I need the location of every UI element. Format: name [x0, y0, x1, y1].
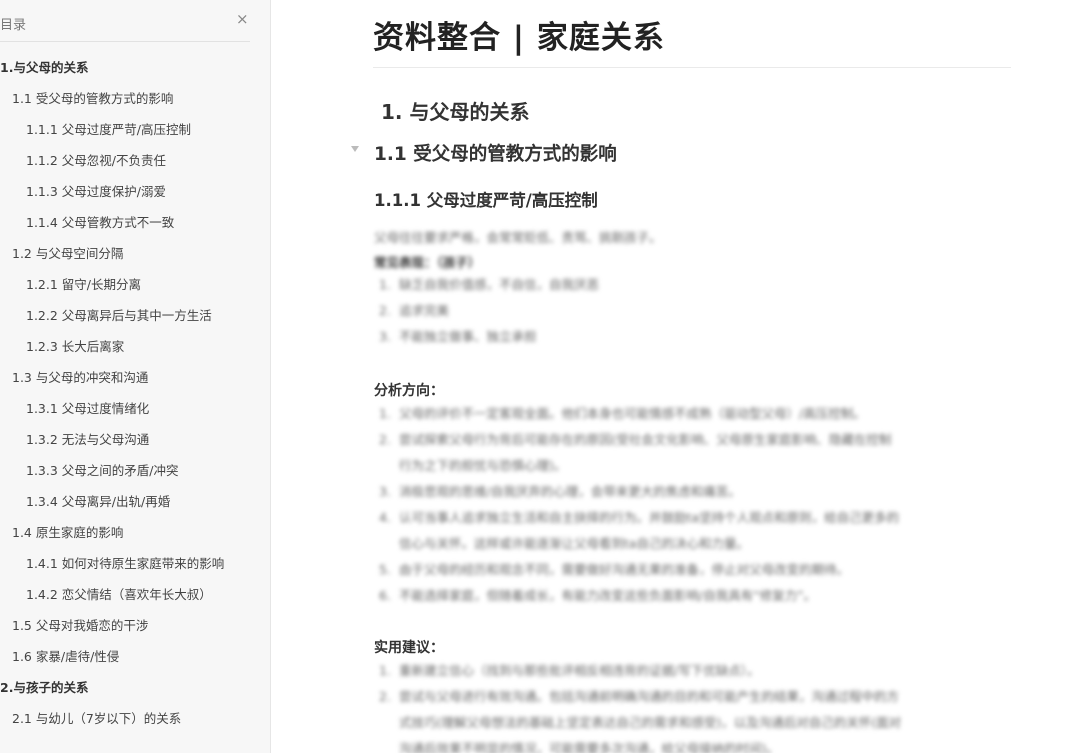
- heading-level-3[interactable]: 1.1.1 父母过度严苛/高压控制: [374, 187, 598, 211]
- list-item[interactable]: 行为之下的担忧与恐惧心理)。: [379, 453, 899, 479]
- list-item[interactable]: 1. 重新建立信心（找到与那些批评相反相违背的证据/写下优缺点）。: [379, 658, 901, 684]
- toc-divider: [0, 41, 250, 42]
- toc-title: 目录: [0, 18, 27, 33]
- toc-item[interactable]: 1.6 家暴/虐待/性侵: [0, 641, 270, 672]
- list-item[interactable]: 5. 由于父母的经历和观念不同，需要做好沟通无果的准备，停止对父母改变的期待。: [379, 557, 899, 583]
- toc-item[interactable]: 1.4.2 恋父情结（喜欢年长大叔）: [0, 579, 270, 610]
- list-item[interactable]: 3. 消极悲观的思维/自我厌弃的心理，会带来更大的焦虑和痛苦。: [379, 479, 899, 505]
- toc-item[interactable]: 1.4 原生家庭的影响: [0, 517, 270, 548]
- title-divider: [373, 67, 1011, 68]
- close-icon[interactable]: ×: [236, 12, 249, 27]
- advice-heading[interactable]: 实用建议：: [374, 637, 444, 657]
- document-title[interactable]: 资料整合 | 家庭关系: [373, 12, 665, 57]
- toc-item[interactable]: 1.3.2 无法与父母沟通: [0, 424, 270, 455]
- toc-item[interactable]: 1.2 与父母空间分隔: [0, 238, 270, 269]
- toc-item[interactable]: 1.1.4 父母管教方式不一致: [0, 207, 270, 238]
- list-item[interactable]: 2. 追求完美: [379, 298, 599, 324]
- toc-item[interactable]: 1.3.4 父母离异/出轨/再婚: [0, 486, 270, 517]
- document-editor[interactable]: 资料整合 | 家庭关系 1. 与父母的关系 1.1 受父母的管教方式的影响 1.…: [271, 0, 1080, 753]
- common-list: 1. 缺乏自我价值感，不自信，自我厌恶 2. 追求完美 3. 不能独立做事、独立承担: [379, 272, 599, 350]
- toc-item[interactable]: 2.与孩子的关系: [0, 672, 270, 703]
- common-label[interactable]: 常见表现：（孩子）: [374, 252, 480, 271]
- analysis-heading[interactable]: 分析方向：: [374, 380, 444, 400]
- list-item[interactable]: 2. 尝试与父母进行有效沟通。包括沟通前明确沟通的目的和可能产生的结果，沟通过程中…: [379, 684, 901, 710]
- toc-item[interactable]: 1.2.3 长大后离家: [0, 331, 270, 362]
- toc-item[interactable]: 1.5 父母对我婚恋的干涉: [0, 610, 270, 641]
- toc-item[interactable]: 1.1.1 父母过度严苛/高压控制: [0, 114, 270, 145]
- toc-item[interactable]: 1.与父母的关系: [0, 52, 270, 83]
- toc-item[interactable]: 1.3 与父母的冲突和沟通: [0, 362, 270, 393]
- toc-item[interactable]: 1.1.2 父母忽视/不负责任: [0, 145, 270, 176]
- toc-item[interactable]: 1.2.1 留守/长期分离: [0, 269, 270, 300]
- list-item[interactable]: 沟通后效果不明显的情况，可能需要多次沟通，给父母接纳的时间)。: [379, 736, 901, 753]
- collapse-triangle-icon[interactable]: [351, 146, 359, 152]
- heading-level-2[interactable]: 1.1 受父母的管教方式的影响: [374, 140, 617, 166]
- intro-paragraph[interactable]: 父母往往要求严格，会常常贬低、责骂、挑剔孩子。: [374, 227, 662, 246]
- toc-item[interactable]: 1.1.3 父母过度保护/溺爱: [0, 176, 270, 207]
- list-item[interactable]: 6. 不能选择家庭，但随着成长，有能力改变这些负面影响/自我具有“修复力”。: [379, 583, 899, 609]
- toc-item[interactable]: 1.2.2 父母离异后与其中一方生活: [0, 300, 270, 331]
- advice-list: 1. 重新建立信心（找到与那些批评相反相违背的证据/写下优缺点）。 2. 尝试与父母进…: [379, 658, 901, 753]
- list-item[interactable]: 1. 父母的评价不一定客观全面。他们本身也可能情感不成熟（驱动型父母）/高压控制。: [379, 401, 899, 427]
- toc-item[interactable]: 2.1 与幼儿（7岁以下）的关系: [0, 703, 270, 734]
- list-item[interactable]: 1. 缺乏自我价值感，不自信，自我厌恶: [379, 272, 599, 298]
- heading-level-1[interactable]: 1. 与父母的关系: [381, 96, 529, 125]
- list-item[interactable]: 4. 认可当事人追求独立生活和自主抉择的行为。并鼓励ta坚持个人观点和原则，给自己…: [379, 505, 899, 531]
- toc-item[interactable]: 1.4.1 如何对待原生家庭带来的影响: [0, 548, 270, 579]
- analysis-list: 1. 父母的评价不一定客观全面。他们本身也可能情感不成熟（驱动型父母）/高压控制。…: [379, 401, 899, 609]
- toc-item[interactable]: 1.3.3 父母之间的矛盾/冲突: [0, 455, 270, 486]
- toc-item[interactable]: 1.1 受父母的管教方式的影响: [0, 83, 270, 114]
- toc-item[interactable]: 1.3.1 父母过度情绪化: [0, 393, 270, 424]
- list-item[interactable]: 2. 尝试探索父母行为背后可能存在的原因(受社会文化影响、父母原生家庭影响、隐藏在…: [379, 427, 899, 453]
- toc-sidebar: 目录 × 1.与父母的关系 1.1 受父母的管教方式的影响 1.1.1 父母过度严苛…: [0, 0, 271, 753]
- list-item[interactable]: 式技巧(理解父母想法的基础上坚定表达自己的需求和感受)，以及沟通后对自己的关怀(…: [379, 710, 901, 736]
- toc-header: 目录 ×: [0, 0, 270, 42]
- list-item[interactable]: 3. 不能独立做事、独立承担: [379, 324, 599, 350]
- toc-list: 1.与父母的关系 1.1 受父母的管教方式的影响 1.1.1 父母过度严苛/高压控制…: [0, 52, 270, 734]
- list-item[interactable]: 信心与关怀。这样或许能逐渐让父母看到ta自己的决心和力量。: [379, 531, 899, 557]
